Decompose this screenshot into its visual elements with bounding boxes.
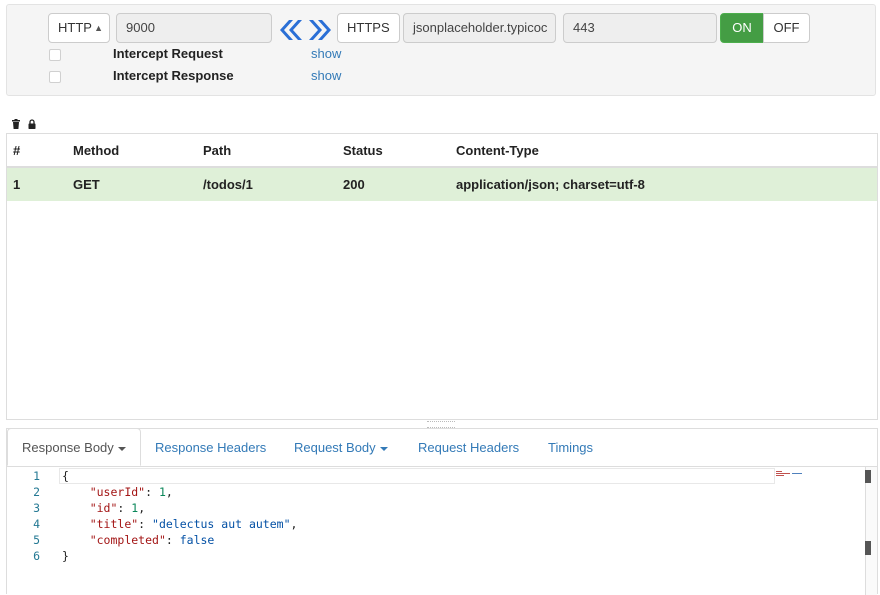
remote-protocol-select[interactable]: HTTPS	[337, 13, 400, 43]
caret-down-icon	[379, 446, 388, 451]
json-value: false	[179, 533, 215, 547]
table-row[interactable]: 1 GET /todos/1 200 application/json; cha…	[7, 168, 877, 201]
on-button[interactable]: ON	[720, 13, 764, 43]
intercept-response-show-link[interactable]: show	[311, 68, 341, 83]
intercept-request-checkbox[interactable]	[49, 49, 61, 61]
code-line: }	[62, 549, 69, 563]
tab-request-body[interactable]: Request Body	[294, 429, 388, 467]
code-line: "title": "delectus aut autem",	[89, 517, 298, 531]
table-actions	[11, 118, 37, 130]
local-protocol-select[interactable]: HTTP ▲	[48, 13, 110, 43]
column-header-path[interactable]: Path	[203, 134, 231, 167]
line-number-gutter: 1 2 3 4 5 6	[7, 467, 57, 595]
vertical-scrollbar[interactable]	[865, 467, 877, 595]
column-header-content-type[interactable]: Content-Type	[456, 134, 539, 167]
code-line: "completed": false	[89, 533, 215, 547]
intercept-request-label: Intercept Request	[113, 46, 223, 61]
chevron-double-left-icon[interactable]	[277, 18, 303, 42]
intercept-request-show-link[interactable]: show	[311, 46, 341, 61]
local-port-value: 9000	[126, 20, 155, 35]
json-value: "delectus aut autem"	[152, 517, 291, 531]
code-line: "id": 1,	[89, 501, 146, 515]
intercept-response-checkbox[interactable]	[49, 71, 61, 83]
remote-protocol-value: HTTPS	[347, 20, 390, 35]
chevron-double-right-icon[interactable]	[308, 18, 334, 42]
column-header-status[interactable]: Status	[343, 134, 383, 167]
json-value: 1	[158, 485, 166, 499]
current-line-highlight	[59, 468, 775, 484]
off-button[interactable]: OFF	[763, 13, 810, 43]
line-number: 5	[33, 533, 40, 547]
line-number: 4	[33, 517, 40, 531]
line-number: 3	[33, 501, 40, 515]
detail-tabs: Response Body Response Headers Request B…	[7, 428, 877, 467]
table-header: # Method Path Status Content-Type	[7, 134, 877, 168]
tab-response-headers[interactable]: Response Headers	[155, 429, 266, 467]
tab-request-headers[interactable]: Request Headers	[418, 429, 519, 467]
tab-timings[interactable]: Timings	[548, 429, 593, 467]
resize-handle[interactable]	[427, 421, 455, 428]
lock-icon[interactable]	[27, 119, 37, 130]
remote-host-input[interactable]: jsonplaceholder.typicoc	[403, 13, 556, 43]
remote-port-input[interactable]: 443	[563, 13, 717, 43]
requests-table: # Method Path Status Content-Type 1 GET …	[6, 133, 878, 420]
scrollbar-marker	[865, 541, 871, 555]
row-path: /todos/1	[203, 177, 253, 192]
remote-port-value: 443	[573, 20, 595, 35]
json-key: "id"	[89, 501, 118, 515]
column-header-method[interactable]: Method	[73, 134, 119, 167]
json-key: "userId"	[89, 485, 146, 499]
intercept-response-label: Intercept Response	[113, 68, 234, 83]
detail-panel: Response Body Response Headers Request B…	[6, 428, 878, 595]
line-number: 2	[33, 485, 40, 499]
brace-open: {	[62, 469, 69, 483]
brace-close: }	[62, 549, 69, 563]
tab-request-body-label: Request Body	[294, 440, 376, 455]
tab-response-body[interactable]: Response Body	[7, 428, 141, 466]
code-line: "userId": 1,	[89, 485, 173, 499]
caret-down-icon	[117, 446, 126, 451]
response-body-editor[interactable]: 1 2 3 4 5 6 { "userId": 1, "id": 1, "tit…	[7, 467, 877, 595]
column-header-number[interactable]: #	[13, 134, 20, 167]
select-arrows-icon: ▲	[94, 23, 103, 33]
row-content-type: application/json; charset=utf-8	[456, 177, 645, 192]
line-number: 6	[33, 549, 40, 563]
minimap[interactable]	[776, 471, 806, 477]
scrollbar-thumb[interactable]	[865, 470, 871, 483]
trash-icon[interactable]	[11, 119, 21, 130]
row-status: 200	[343, 177, 365, 192]
json-key: "title"	[89, 517, 139, 531]
code-line: {	[62, 469, 69, 483]
remote-host-value: jsonplaceholder.typicoc	[413, 20, 548, 35]
local-protocol-value: HTTP	[58, 20, 92, 35]
tab-response-body-label: Response Body	[22, 440, 114, 455]
json-key: "completed"	[89, 533, 166, 547]
row-method: GET	[73, 177, 100, 192]
row-number: 1	[13, 177, 21, 192]
line-number: 1	[33, 469, 40, 483]
local-port-input[interactable]: 9000	[116, 13, 272, 43]
